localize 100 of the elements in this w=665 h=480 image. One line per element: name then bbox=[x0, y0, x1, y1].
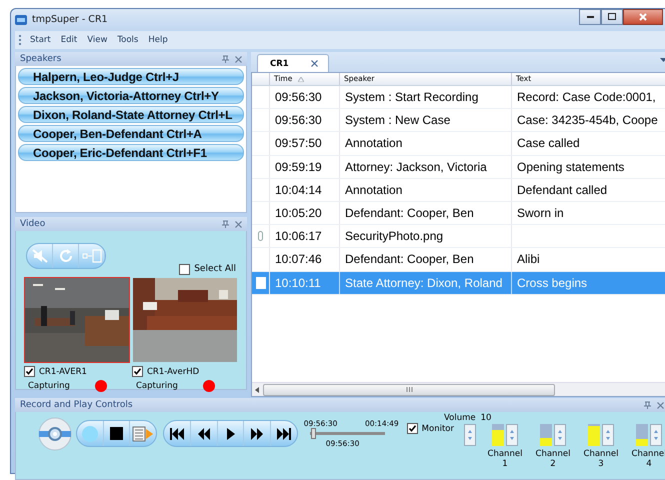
transcript-row[interactable]: 09:56:30 System : New Case Case: 34235-454b, Coope bbox=[252, 109, 665, 132]
up-down-arrows-icon bbox=[508, 429, 516, 441]
skip-start-icon bbox=[169, 426, 185, 440]
time-cell: 10:07:46 bbox=[270, 248, 340, 270]
checkbox-label: Monitor bbox=[422, 424, 454, 434]
speaker-cell: State Attorney: Dixon, Roland bbox=[340, 272, 512, 294]
slider-thumb[interactable] bbox=[311, 428, 316, 439]
disc-icon[interactable] bbox=[38, 417, 72, 451]
text-cell: Sworn in bbox=[512, 202, 665, 224]
time-cell: 09:56:30 bbox=[270, 86, 340, 108]
horizontal-scrollbar[interactable] bbox=[252, 382, 665, 396]
refresh-icon bbox=[58, 248, 74, 264]
channel-label: Channel bbox=[536, 449, 570, 459]
close-icon[interactable] bbox=[310, 60, 318, 67]
speaker-cell: Annotation bbox=[340, 132, 512, 155]
pin-icon[interactable] bbox=[644, 401, 651, 409]
checkbox[interactable] bbox=[406, 423, 418, 434]
channel-number: 3 bbox=[598, 459, 604, 469]
panel-title: Video bbox=[20, 219, 46, 229]
dropdown-icon[interactable] bbox=[660, 58, 665, 62]
pin-icon[interactable] bbox=[222, 55, 229, 63]
close-icon[interactable] bbox=[657, 402, 664, 408]
speaker-cell: Attorney: Jackson, Victoria bbox=[340, 156, 512, 178]
fast-forward-icon bbox=[250, 426, 264, 440]
maximize-button[interactable] bbox=[601, 8, 623, 24]
scrollbar-thumb[interactable] bbox=[263, 384, 555, 396]
close-icon[interactable] bbox=[235, 220, 242, 228]
time-cell: 09:59:19 bbox=[270, 156, 340, 178]
volume-value: 10 bbox=[480, 413, 492, 424]
pin-icon[interactable] bbox=[222, 220, 229, 228]
channel-label: Channel bbox=[632, 449, 665, 459]
close-icon bbox=[639, 12, 647, 20]
window-title: tmpSuper - CR1 bbox=[32, 14, 109, 25]
time-cell: 09:57:50 bbox=[270, 132, 340, 155]
time-cell: 10:05:20 bbox=[270, 202, 340, 224]
camera-name: CR1-AverHD bbox=[147, 366, 200, 376]
paperclip-icon bbox=[258, 231, 263, 242]
maximize-icon bbox=[608, 13, 616, 20]
channel-spinner[interactable] bbox=[650, 424, 662, 446]
sort-arrow-icon bbox=[298, 76, 304, 82]
text-cell: Alibi bbox=[512, 248, 665, 270]
document-play-icon bbox=[132, 426, 154, 442]
recording-dot-icon bbox=[95, 380, 107, 392]
menu-item[interactable]: Tools bbox=[112, 35, 144, 45]
time-cell: 10:10:11 bbox=[270, 272, 340, 294]
camera-status: Capturing bbox=[28, 381, 70, 391]
checkbox[interactable] bbox=[132, 366, 143, 377]
panel-title: Speakers bbox=[20, 54, 62, 64]
transcript-row[interactable]: 10:04:14 Annotation Defendant called bbox=[252, 178, 665, 202]
record-icon bbox=[80, 424, 99, 442]
speaker-cell: System : Start Recording bbox=[340, 86, 512, 108]
channel-spinner[interactable] bbox=[506, 424, 518, 446]
checkbox[interactable] bbox=[179, 264, 190, 274]
menu-item[interactable]: Help bbox=[143, 35, 173, 45]
time-cell: 09:56:30 bbox=[270, 109, 340, 132]
text-cell: Case: 34235-454b, Coope bbox=[512, 109, 665, 132]
volume-spinner[interactable] bbox=[464, 424, 476, 446]
app-logo-icon bbox=[15, 14, 27, 24]
channel-spinner[interactable] bbox=[554, 424, 566, 446]
menu-item[interactable]: Edit bbox=[56, 35, 82, 45]
channel-label: Channel bbox=[488, 449, 522, 459]
checkbox[interactable] bbox=[24, 366, 35, 377]
menu-item[interactable]: Start bbox=[25, 35, 56, 45]
muted-speaker-icon bbox=[32, 248, 48, 264]
recording-dot-icon bbox=[203, 380, 215, 392]
minimize-icon bbox=[586, 16, 594, 18]
speaker-button[interactable]: Jackson, Victoria-Attorney Ctrl+Y bbox=[18, 87, 244, 104]
transcript-row[interactable]: 10:06:17 SecurityPhoto.png bbox=[252, 225, 665, 248]
transcript-row[interactable]: 09:59:19 Attorney: Jackson, Victoria Opening statements bbox=[252, 156, 665, 179]
channel-spinner[interactable] bbox=[602, 424, 614, 446]
checkbox-label: Select All bbox=[194, 264, 236, 274]
speaker-cell: Defendant: Cooper, Ben bbox=[340, 248, 512, 270]
transcript-row[interactable]: 09:56:30 System : Start Recording Record: Case Code:0001, bbox=[252, 86, 665, 110]
camera-status: Capturing bbox=[136, 381, 178, 391]
speaker-button[interactable]: Dixon, Roland-State Attorney Ctrl+L bbox=[18, 106, 244, 123]
stop-icon bbox=[110, 427, 124, 440]
channel-number: 4 bbox=[646, 459, 652, 469]
speaker-button[interactable]: Cooper, Ben-Defendant Ctrl+A bbox=[18, 125, 244, 142]
transcript-row[interactable]: 09:57:50 Annotation Case called bbox=[252, 132, 665, 156]
up-down-arrows-icon bbox=[466, 429, 474, 441]
transcript-row[interactable]: 10:05:20 Defendant: Cooper, Ben Sworn in bbox=[252, 202, 665, 226]
document-tab[interactable]: CR1 bbox=[257, 54, 329, 72]
close-button[interactable] bbox=[623, 8, 663, 24]
speaker-button[interactable]: Halpern, Leo-Judge Ctrl+J bbox=[18, 68, 244, 85]
rewind-icon bbox=[196, 426, 211, 440]
speaker-button[interactable]: Cooper, Eric-Defendant Ctrl+F1 bbox=[18, 144, 244, 161]
speaker-cell: Annotation bbox=[340, 178, 512, 201]
play-icon bbox=[226, 428, 235, 440]
scroll-left-icon[interactable] bbox=[255, 386, 259, 392]
text-cell: Defendant called bbox=[512, 178, 665, 201]
speaker-cell: System : New Case bbox=[340, 109, 512, 132]
channel-number: 1 bbox=[502, 459, 508, 469]
up-down-arrows-icon bbox=[652, 429, 660, 441]
minimize-button[interactable] bbox=[579, 8, 601, 24]
skip-end-icon bbox=[276, 426, 292, 440]
speaker-cell: Defendant: Cooper, Ben bbox=[340, 202, 512, 224]
menu-item[interactable]: View bbox=[82, 35, 112, 45]
up-down-arrows-icon bbox=[556, 429, 564, 441]
panel-title: Record and Play Controls bbox=[20, 400, 134, 410]
close-icon[interactable] bbox=[235, 56, 242, 62]
